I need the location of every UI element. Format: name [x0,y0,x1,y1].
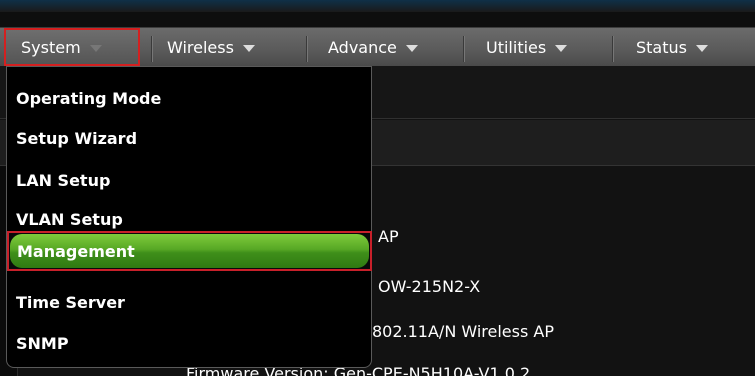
menu-advance-label: Advance [328,37,397,57]
menu-item-management-label: Management [17,241,135,261]
menu-system-label: System [21,37,81,57]
menu-item-lan-setup[interactable]: LAN Setup [16,171,110,190]
menu-wireless[interactable]: Wireless [167,28,255,66]
menu-item-snmp[interactable]: SNMP [16,334,69,353]
chevron-down-icon [695,44,708,52]
chevron-down-icon [405,44,418,52]
menu-utilities-label: Utilities [486,37,547,57]
menu-item-time-server[interactable]: Time Server [16,293,125,312]
chevron-down-icon [555,44,568,52]
menu-item-vlan-setup[interactable]: VLAN Setup [16,210,123,229]
menu-item-management[interactable]: Management [7,231,372,271]
menu-wireless-label: Wireless [167,37,234,57]
menu-status[interactable]: Status [636,28,708,66]
menu-separator [306,36,307,62]
device-model-value: OW-215N2-X [378,277,481,296]
top-strip [0,0,755,12]
menu-separator [463,36,464,62]
menu-separator [151,36,152,62]
menu-utilities[interactable]: Utilities [486,28,568,66]
main-menubar: System Wireless Advance Utilities Status [0,12,755,66]
menu-separator [612,36,613,62]
menu-system[interactable]: System [4,28,140,66]
menu-item-setup-wizard[interactable]: Setup Wizard [16,129,137,148]
system-dropdown-menu: Operating Mode Setup Wizard LAN Setup VL… [6,66,372,368]
menu-status-label: Status [636,37,687,57]
device-description-value: 802.11A/N Wireless AP [372,322,554,341]
device-mode-value: AP [378,227,399,246]
chevron-down-icon [242,44,255,52]
chevron-down-icon [89,44,102,52]
menu-advance[interactable]: Advance [328,28,418,66]
menu-item-operating-mode[interactable]: Operating Mode [16,89,161,108]
